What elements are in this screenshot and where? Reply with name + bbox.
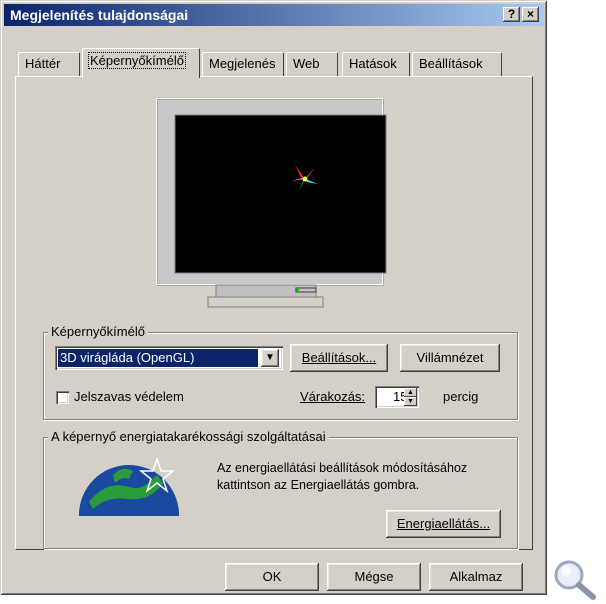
- tab-screensaver-label: Képernyőkímélő: [88, 52, 186, 69]
- display-properties-window: Megjelenítés tulajdonságai ? × Háttér Ké…: [0, 0, 547, 595]
- energy-group-label: A képernyő energiatakarékossági szolgált…: [48, 429, 329, 444]
- dropdown-arrow-icon[interactable]: ▼: [261, 349, 279, 367]
- tab-effects[interactable]: Hatások: [342, 52, 410, 76]
- password-checkbox[interactable]: [56, 391, 69, 404]
- energy-button[interactable]: Energiaellátás...: [386, 510, 501, 538]
- energy-text-line2: kattintson az Energiaellátás gombra.: [217, 478, 420, 492]
- tab-screensaver[interactable]: Képernyőkímélő: [82, 48, 200, 78]
- energy-text-line1: Az energiaellátási beállítások módosítás…: [217, 461, 468, 475]
- cancel-button[interactable]: Mégse: [327, 563, 421, 591]
- spinner-up-icon[interactable]: ▲: [404, 388, 417, 397]
- monitor-preview: [156, 98, 387, 308]
- wait-label: Várakozás:: [300, 389, 366, 404]
- screensaver-select[interactable]: 3D virágláda (OpenGL) ▼: [55, 346, 283, 370]
- wait-spinner[interactable]: 15 ▲ ▼: [375, 386, 419, 408]
- magnifier-icon[interactable]: [552, 558, 598, 600]
- screensaver-select-value: 3D virágláda (OpenGL): [58, 349, 258, 367]
- energy-star-logo: [79, 457, 179, 516]
- screensaver-settings-button[interactable]: Beállítások...: [290, 344, 388, 372]
- help-button[interactable]: ?: [503, 7, 520, 22]
- energy-button-label: Energiaellátás...: [396, 516, 491, 531]
- apply-button[interactable]: Alkalmaz: [429, 563, 523, 591]
- tab-background[interactable]: Háttér: [18, 52, 80, 76]
- wait-unit: percig: [443, 389, 479, 404]
- password-label: Jelszavas védelem: [74, 389, 184, 404]
- tab-web[interactable]: Web: [286, 52, 338, 76]
- window-title: Megjelenítés tulajdonságai: [10, 7, 189, 23]
- tab-settings[interactable]: Beállítások: [412, 52, 502, 76]
- title-bar[interactable]: Megjelenítés tulajdonságai ? ×: [4, 4, 544, 26]
- screensaver-settings-label: Beállítások...: [301, 350, 377, 365]
- screensaver-group-label: Képernyőkímélő: [48, 324, 148, 339]
- tab-appearance[interactable]: Megjelenés: [202, 52, 284, 76]
- ok-button[interactable]: OK: [225, 563, 319, 591]
- close-button[interactable]: ×: [522, 7, 539, 22]
- spinner-down-icon[interactable]: ▼: [404, 397, 417, 406]
- preview-button[interactable]: Villámnézet: [400, 344, 500, 372]
